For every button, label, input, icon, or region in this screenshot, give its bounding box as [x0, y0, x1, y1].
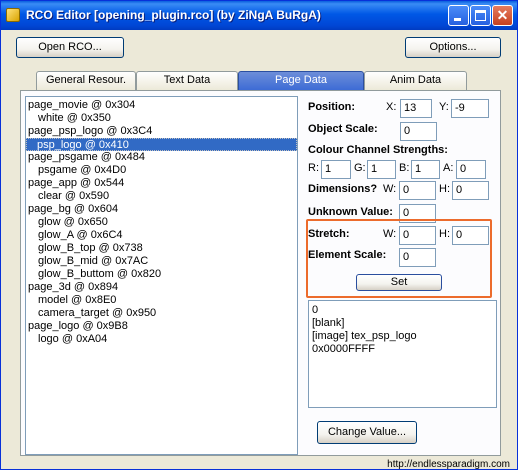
- value-display[interactable]: 0 [blank] [image] tex_psp_logo 0x0000FFF…: [308, 300, 497, 408]
- tree-item[interactable]: glow @ 0x650: [38, 216, 108, 229]
- set-button[interactable]: Set: [356, 274, 442, 291]
- tree-item[interactable]: page_movie @ 0x304: [28, 99, 135, 112]
- red-field[interactable]: 1: [321, 160, 351, 179]
- page-tree[interactable]: page_movie @ 0x304 white @ 0x350 page_ps…: [25, 96, 298, 455]
- tree-item[interactable]: logo @ 0xA04: [38, 333, 107, 346]
- position-y-label: Y:: [439, 101, 449, 113]
- title-bar[interactable]: RCO Editor [opening_plugin.rco] (by ZiNg…: [1, 1, 517, 30]
- dimensions-w-field[interactable]: 0: [399, 181, 436, 200]
- tree-item[interactable]: model @ 0x8E0: [38, 294, 116, 307]
- main-window: RCO Editor [opening_plugin.rco] (by ZiNg…: [0, 0, 518, 470]
- change-value-button[interactable]: Change Value...: [317, 421, 417, 444]
- options-button[interactable]: Options...: [405, 37, 501, 58]
- stretch-h-field[interactable]: 0: [452, 226, 489, 245]
- unknown-value-label: Unknown Value:: [308, 206, 393, 218]
- stretch-label: Stretch:: [308, 228, 350, 240]
- position-y-field[interactable]: -9: [451, 99, 489, 118]
- status-bar: http://endlessparadigm.com: [2, 459, 516, 469]
- blue-label: B:: [399, 162, 410, 174]
- tree-item[interactable]: page_logo @ 0x9B8: [28, 320, 128, 333]
- tree-item-selected[interactable]: psp_logo @ 0x410: [26, 138, 297, 151]
- stretch-w-label: W:: [383, 228, 397, 240]
- close-icon: ✕: [496, 7, 509, 23]
- value-line: [blank]: [312, 317, 345, 329]
- minimize-button[interactable]: [448, 5, 469, 26]
- alpha-field[interactable]: 0: [456, 160, 486, 179]
- tree-item[interactable]: page_psp_logo @ 0x3C4: [28, 125, 152, 138]
- position-x-label: X:: [386, 101, 397, 113]
- open-rco-button[interactable]: Open RCO...: [16, 37, 124, 58]
- tree-item[interactable]: glow_B_mid @ 0x7AC: [38, 255, 148, 268]
- green-field[interactable]: 1: [367, 160, 396, 179]
- blue-field[interactable]: 1: [411, 160, 440, 179]
- stretch-w-field[interactable]: 0: [399, 226, 436, 245]
- tab-anim-data[interactable]: Anim Data: [364, 71, 467, 90]
- position-label: Position:: [308, 101, 356, 113]
- tree-item[interactable]: glow_B_top @ 0x738: [38, 242, 143, 255]
- value-line: 0x0000FFFF: [312, 343, 375, 355]
- app-icon: [6, 8, 20, 22]
- alpha-label: A:: [443, 162, 454, 174]
- maximize-button[interactable]: [470, 5, 491, 26]
- position-x-field[interactable]: 13: [400, 99, 432, 118]
- tree-item[interactable]: glow_A @ 0x6C4: [38, 229, 123, 242]
- element-scale-field[interactable]: 0: [399, 248, 436, 267]
- status-link[interactable]: http://endlessparadigm.com: [387, 459, 510, 469]
- dimensions-h-label: H:: [439, 183, 450, 195]
- tree-item[interactable]: white @ 0x350: [38, 112, 111, 125]
- value-line: 0: [312, 304, 319, 316]
- object-scale-field[interactable]: 0: [400, 122, 437, 141]
- stretch-h-label: H:: [439, 228, 450, 240]
- tree-item[interactable]: page_psgame @ 0x484: [28, 151, 145, 164]
- dimensions-h-field[interactable]: 0: [452, 181, 489, 200]
- tab-text-data[interactable]: Text Data: [136, 71, 238, 90]
- element-scale-label: Element Scale:: [308, 249, 387, 261]
- minimize-icon: [454, 18, 461, 21]
- tree-item[interactable]: page_3d @ 0x894: [28, 281, 118, 294]
- tab-general-resources[interactable]: General Resour.: [36, 71, 136, 90]
- tree-item[interactable]: page_app @ 0x544: [28, 177, 124, 190]
- value-line: [image] tex_psp_logo: [312, 330, 417, 342]
- colour-strengths-label: Colour Channel Strengths:: [308, 144, 448, 156]
- tree-item[interactable]: psgame @ 0x4D0: [38, 164, 126, 177]
- tree-item[interactable]: camera_target @ 0x950: [38, 307, 156, 320]
- tree-item[interactable]: page_bg @ 0x604: [28, 203, 118, 216]
- tree-item[interactable]: glow_B_buttom @ 0x820: [38, 268, 161, 281]
- dimensions-label: Dimensions?: [308, 183, 378, 195]
- green-label: G:: [354, 162, 366, 174]
- close-button[interactable]: ✕: [492, 5, 513, 26]
- object-scale-label: Object Scale:: [308, 123, 378, 135]
- red-label: R:: [308, 162, 319, 174]
- maximize-icon: [475, 10, 486, 21]
- tab-page-data[interactable]: Page Data: [238, 71, 364, 90]
- tree-item[interactable]: clear @ 0x590: [38, 190, 109, 203]
- dimensions-w-label: W:: [383, 183, 397, 195]
- window-title: RCO Editor [opening_plugin.rco] (by ZiNg…: [26, 8, 321, 22]
